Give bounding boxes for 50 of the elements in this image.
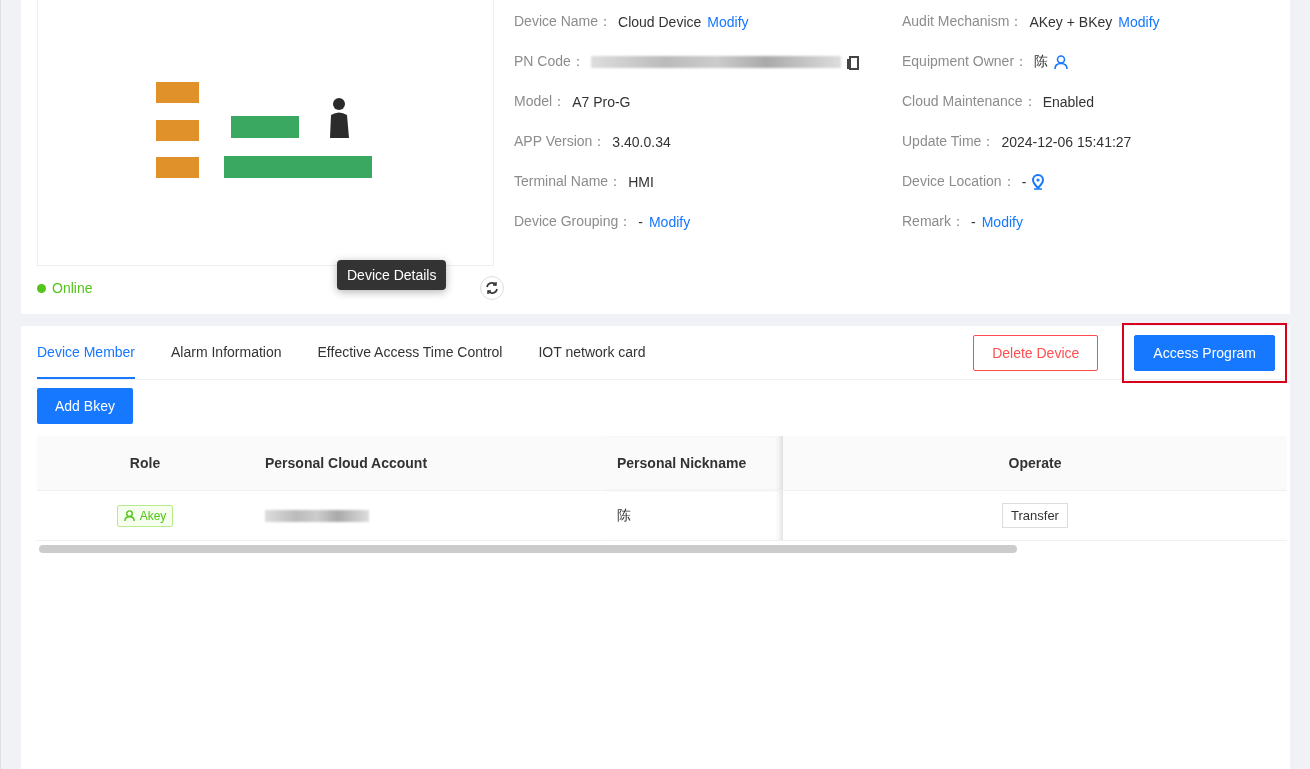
modify-link[interactable]: Modify bbox=[707, 14, 749, 30]
field-label: Equipment Owner： bbox=[902, 53, 1029, 71]
field-value: 陈 bbox=[1034, 53, 1049, 71]
field-value: - bbox=[971, 214, 976, 230]
tab[interactable]: Alarm Information bbox=[171, 326, 282, 379]
refresh-button[interactable] bbox=[480, 276, 504, 300]
field-label: Model： bbox=[514, 93, 567, 111]
column-header: Personal Cloud Account bbox=[253, 436, 605, 491]
status-label: Online bbox=[37, 280, 93, 296]
location-pin-icon[interactable] bbox=[1032, 174, 1045, 190]
modify-link[interactable]: Modify bbox=[1118, 14, 1160, 30]
modify-link[interactable]: Modify bbox=[981, 214, 1023, 230]
modify-link[interactable]: Modify bbox=[648, 214, 691, 230]
field-label: Audit Mechanism： bbox=[902, 13, 1024, 31]
user-icon bbox=[123, 509, 135, 522]
refresh-icon bbox=[485, 281, 499, 295]
copy-icon[interactable] bbox=[846, 54, 860, 70]
field-label: Device Name： bbox=[514, 13, 613, 31]
table-cell: 陈 bbox=[617, 506, 631, 525]
field-value: A7 Pro-G bbox=[572, 94, 631, 110]
tab[interactable]: IOT network card bbox=[538, 326, 646, 379]
field-label: PN Code： bbox=[514, 53, 585, 71]
field-label: Cloud Maintenance： bbox=[902, 93, 1037, 111]
field-label: Update Time： bbox=[902, 133, 996, 151]
field-label: Remark： bbox=[902, 213, 965, 231]
field-label: APP Version： bbox=[514, 133, 607, 151]
transfer-button[interactable]: Transfer bbox=[1002, 503, 1068, 528]
field-value: - bbox=[1021, 174, 1027, 190]
access-button[interactable]: Access Program bbox=[1134, 334, 1275, 371]
field-label: Device Location： bbox=[902, 173, 1016, 191]
field-value: Enabled bbox=[1042, 94, 1095, 110]
tab[interactable]: Device Member bbox=[37, 326, 136, 379]
delete-button[interactable]: Delete Device bbox=[973, 334, 1099, 371]
column-header: Operate bbox=[783, 436, 1287, 491]
field-label: Device Grouping： bbox=[514, 213, 633, 231]
add-button[interactable]: Add Bkey bbox=[37, 388, 133, 424]
tab[interactable]: Effective Access Time Control bbox=[317, 326, 503, 379]
tooltip: Device Details bbox=[337, 260, 447, 290]
field-value: Cloud Device bbox=[618, 14, 702, 30]
field-value: AKey + BKey bbox=[1029, 14, 1113, 30]
field-label: Terminal Name： bbox=[514, 173, 623, 191]
field-value: 3.40.0.34 bbox=[612, 134, 671, 150]
column-header: Role bbox=[37, 436, 253, 491]
field-value: - bbox=[638, 214, 643, 230]
column-header: Personal Nickname bbox=[605, 436, 783, 491]
field-value: 2024-12-06 15:41:27 bbox=[1001, 134, 1132, 150]
role-text: Akey bbox=[139, 508, 167, 523]
field-value: HMI bbox=[628, 174, 654, 190]
scrollbar[interactable] bbox=[39, 545, 1017, 553]
user-icon[interactable] bbox=[1054, 54, 1069, 70]
